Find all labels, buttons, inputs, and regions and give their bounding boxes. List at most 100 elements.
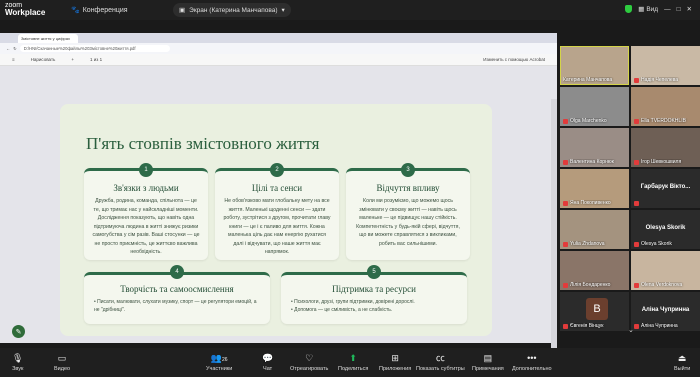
participant-name: Аліна Чупринна: [641, 323, 678, 329]
chat-label: Чат: [263, 366, 273, 372]
more-icon: •••: [527, 353, 537, 363]
card-bullet: Писати, малювати, слухати музику, спорт …: [94, 298, 260, 314]
card-number: 1: [139, 163, 153, 177]
participants-icon: 👥26: [210, 353, 228, 363]
participant-gallery: Катерина Манчапова Надія Чепелева Olga M…: [560, 46, 700, 336]
card-number: 5: [367, 265, 381, 279]
card-title: Творчість та самоосмислення: [120, 284, 234, 294]
pdf-toolbar: ≡ Нарисовать + 1 из 1 Изменить с помощью…: [0, 54, 557, 66]
mic-muted-icon: 🎙: [12, 353, 24, 363]
vertical-scrollbar[interactable]: [551, 99, 557, 376]
chevron-down-icon: ▾: [281, 7, 285, 14]
apps-button[interactable]: ⊞ Приложения: [379, 353, 411, 372]
mic-off-icon: [563, 159, 568, 165]
conference-menu[interactable]: 🐾 Конференция: [71, 6, 128, 15]
browser-tab[interactable]: Змістовне життя у цифрах: [18, 34, 78, 43]
participant-tile[interactable]: В Євгенія Вінцук: [560, 292, 629, 331]
participant-tile[interactable]: Yulia Zhdanova: [560, 210, 629, 249]
notes-label: Примечания: [472, 366, 504, 372]
participants-button[interactable]: 👥26 Участники: [206, 353, 232, 372]
participant-tile[interactable]: Ella TVERDOKHLIB: [631, 87, 700, 126]
notes-button[interactable]: ▤ Примечания: [472, 353, 504, 372]
card-text: Не обов'язково мати глобальну мету на вс…: [223, 198, 331, 255]
meeting-controls: 🎙 Звук ▭ Видео 👥26 Участники 💬 Чат ♡ Отреагир…: [0, 348, 700, 377]
share-label: Поделиться: [338, 366, 369, 372]
avatar: В: [586, 298, 608, 320]
participant-tile[interactable]: Валентина Корнюк: [560, 128, 629, 167]
mic-off-icon: [634, 323, 639, 329]
participant-name: Валентина Корнюк: [570, 159, 614, 165]
card-bullet: Допомога — це сміливість, а не слабкість…: [291, 306, 457, 314]
audio-button[interactable]: 🎙 Звук: [12, 353, 23, 372]
participant-display-name: Аліна Чупринна: [641, 307, 690, 313]
card-creativity: 4 Творчість та самоосмислення Писати, ма…: [84, 265, 270, 324]
leave-button[interactable]: ⏏ Выйти: [674, 353, 690, 372]
chat-button[interactable]: 💬 Чат: [262, 353, 273, 372]
sharing-indicator[interactable]: ▣ Экран (Катерина Манчапова) ▾: [173, 3, 291, 17]
minimize-button[interactable]: —: [664, 6, 671, 13]
view-button[interactable]: ▦ Вид: [638, 5, 658, 14]
browser-tab-title: Змістовне життя у цифрах: [21, 36, 70, 41]
browser-tab-strip: Змістовне життя у цифрах: [0, 33, 557, 43]
card-bullets: Психологи, друзі, групи підтримки, довір…: [281, 298, 467, 314]
video-button[interactable]: ▭ Видео: [54, 353, 70, 372]
card-bullet: Психологи, друзі, групи підтримки, довір…: [291, 298, 457, 306]
draw-button[interactable]: Нарисовать: [31, 57, 56, 62]
card-influence: 3 Відчуття впливу Коли ми розуміємо, що …: [346, 163, 470, 260]
captions-button[interactable]: ㏄ Показать субтитры: [416, 353, 465, 372]
zoom-topbar: zoom Workplace 🐾 Конференция ▣ Экран (Ка…: [0, 0, 700, 20]
zoom-in-button[interactable]: +: [71, 57, 74, 62]
share-button[interactable]: ⬆ Поделиться: [338, 353, 368, 372]
conference-label: Конференция: [82, 6, 128, 14]
participant-name: Яна Покопивенко: [570, 200, 611, 206]
video-label: Видео: [54, 366, 71, 372]
leave-icon: ⏏: [677, 353, 687, 363]
card-title: Цілі та сенси: [251, 183, 303, 193]
acrobat-edit-button[interactable]: Изменить с помощью Acrobat: [483, 57, 545, 62]
maximize-button[interactable]: □: [677, 6, 681, 13]
mic-off-icon: [563, 323, 568, 329]
participant-name: Olesya Skorik: [641, 241, 672, 247]
react-button[interactable]: ♡ Отреагировать: [290, 353, 328, 372]
top-right-controls: ▦ Вид — □ ✕: [625, 5, 692, 13]
back-icon[interactable]: ←: [6, 46, 10, 51]
more-button[interactable]: ••• Дополнительно: [512, 353, 552, 372]
audio-label: Звук: [12, 366, 24, 372]
mic-off-icon: [563, 118, 568, 124]
card-title: Відчуття впливу: [376, 183, 440, 193]
card-number: 4: [170, 265, 184, 279]
notes-icon: ▤: [483, 353, 493, 363]
participant-tile[interactable]: Гарбарук Вікто...: [631, 169, 700, 208]
participant-tile[interactable]: Olga Marchenko: [560, 87, 629, 126]
mic-off-icon: [634, 282, 639, 288]
card-text: Коли ми розуміємо, що можемо щось змінюв…: [356, 198, 460, 247]
participant-tile[interactable]: Надія Чепелева: [631, 46, 700, 85]
shared-screen[interactable]: Змістовне життя у цифрах ← ↻ D:/HNI/Скач…: [0, 33, 557, 376]
participants-count: 26: [221, 357, 228, 363]
url-field[interactable]: D:/HNI/Скачанные%20файлы%20Змістовне%20ж…: [19, 45, 170, 52]
participant-tile[interactable]: Olesya Skorik Olesya Skorik: [631, 210, 700, 249]
participant-tile[interactable]: Лілія Бондаренко: [560, 251, 629, 290]
annotate-pencil-icon[interactable]: ✎: [12, 325, 25, 338]
gallery-scroll-down-icon[interactable]: ⌄: [628, 326, 634, 334]
cc-icon: ㏄: [435, 353, 445, 363]
participant-tile[interactable]: Аліна Чупринна Аліна Чупринна: [631, 292, 700, 331]
mic-off-icon: [563, 241, 568, 247]
menu-icon[interactable]: ≡: [12, 57, 15, 62]
participant-name: Ella TVERDOKHLIB: [641, 118, 686, 124]
card-support: 5 Підтримка та ресурси Психологи, друзі,…: [281, 265, 467, 324]
participant-tile[interactable]: Катерина Манчапова: [560, 46, 629, 85]
grid-icon: ▦: [638, 6, 645, 13]
reload-icon[interactable]: ↻: [13, 46, 17, 51]
close-button[interactable]: ✕: [687, 5, 692, 13]
more-label: Дополнительно: [512, 366, 552, 372]
react-label: Отреагировать: [290, 366, 329, 372]
participant-tile[interactable]: Ігор Шевкошвиля: [631, 128, 700, 167]
participant-tile[interactable]: Olena Verdoknova: [631, 251, 700, 290]
mic-off-icon: [634, 77, 639, 83]
zoom-window: { "app": { "brand_top": "zoom", "brand_b…: [0, 0, 700, 377]
card-title: Зв'язки з людьми: [113, 183, 179, 193]
participant-tile[interactable]: Яна Покопивенко: [560, 169, 629, 208]
apps-label: Приложения: [379, 366, 412, 372]
participant-name: Yulia Zhdanova: [570, 241, 605, 247]
